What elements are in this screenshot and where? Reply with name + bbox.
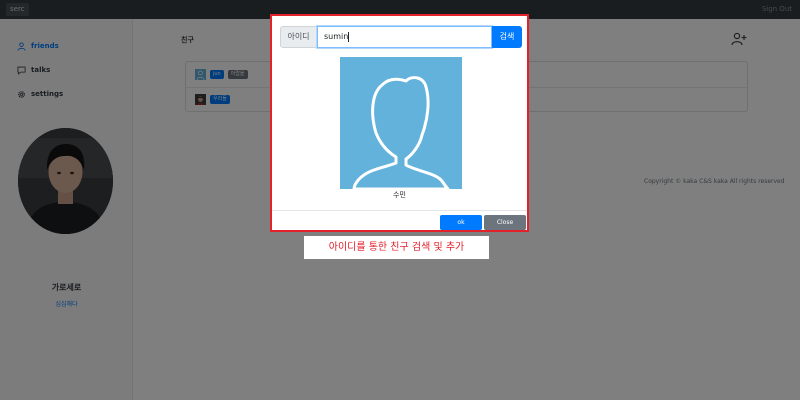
search-button[interactable]: 검색	[492, 26, 522, 48]
id-search-input[interactable]: sumin	[317, 26, 492, 48]
text-caret	[348, 31, 350, 42]
search-input-value: sumin	[324, 32, 349, 41]
result-user-name: 수민	[393, 191, 406, 199]
ok-button[interactable]: ok	[440, 215, 482, 230]
modal-footer: ok Close	[272, 210, 527, 230]
id-label: 아이디	[280, 26, 317, 48]
annotation-caption: 아이디를 통한 친구 검색 및 추가	[304, 236, 489, 259]
friend-search-modal: 아이디 sumin 검색 수민 ok Close	[270, 14, 529, 232]
close-button[interactable]: Close	[484, 215, 526, 230]
default-avatar-icon	[340, 57, 462, 189]
